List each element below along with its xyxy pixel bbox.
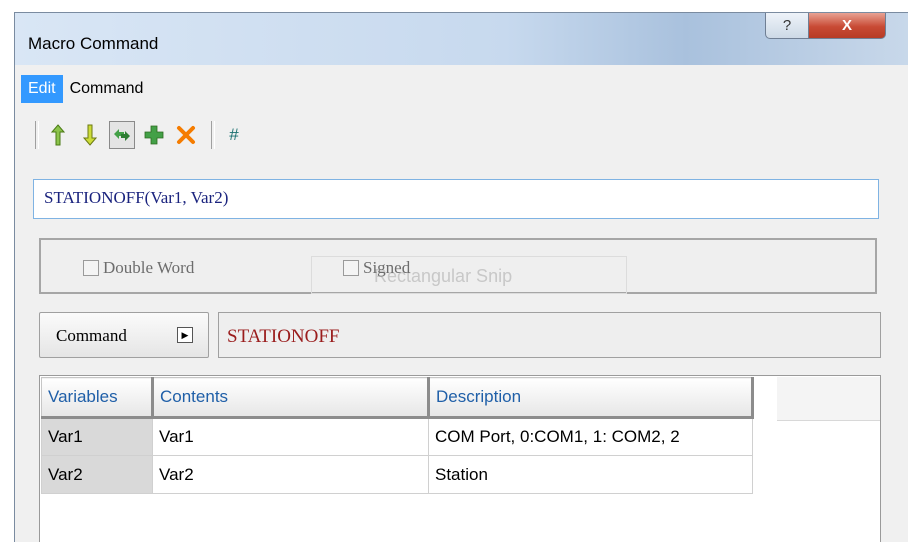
title-bar[interactable]: Macro Command ? X: [15, 13, 908, 65]
add-button[interactable]: [141, 121, 167, 149]
column-header-variables[interactable]: Variables: [41, 377, 154, 419]
move-down-icon: [83, 124, 97, 146]
cell-content[interactable]: Var2: [152, 455, 429, 494]
column-header-contents[interactable]: Contents: [152, 377, 430, 419]
menu-bar: Edit Command: [21, 75, 150, 105]
table-row[interactable]: Var2 Var2 Station: [41, 455, 753, 494]
signed-checkbox[interactable]: Signed: [343, 258, 410, 278]
delete-button[interactable]: [173, 121, 199, 149]
command-display: STATIONOFF: [218, 312, 881, 358]
toolbar-separator-2: [211, 121, 215, 149]
toolbar: #: [29, 118, 253, 152]
close-icon: X: [841, 17, 852, 34]
table-header-row: Variables Contents Description: [41, 377, 754, 419]
variables-grid: Variables Contents Description Var1 Var1…: [41, 377, 754, 494]
help-icon: ?: [782, 17, 792, 34]
replace-button[interactable]: [109, 121, 135, 149]
menu-command[interactable]: Command: [63, 75, 151, 103]
move-up-button[interactable]: [45, 121, 71, 149]
cell-content[interactable]: Var1: [152, 417, 429, 456]
hash-icon: #: [229, 125, 239, 144]
double-word-checkbox[interactable]: Double Word: [83, 258, 194, 278]
command-button-label: Command: [56, 326, 127, 345]
macro-command-window: Macro Command ? X Edit Command # STATION…: [14, 12, 908, 542]
replace-icon: [114, 129, 130, 141]
expression-input[interactable]: STATIONOFF(Var1, Var2): [33, 179, 879, 219]
signed-label: Signed: [363, 258, 411, 277]
add-icon: [144, 125, 164, 145]
double-word-label: Double Word: [103, 258, 195, 277]
menu-edit[interactable]: Edit: [21, 75, 63, 103]
cell-variable[interactable]: Var1: [41, 417, 153, 456]
delete-icon: [177, 126, 195, 144]
toolbar-separator: [35, 121, 39, 149]
column-header-description[interactable]: Description: [428, 377, 754, 419]
close-button[interactable]: X: [808, 13, 886, 39]
cell-description[interactable]: COM Port, 0:COM1, 1: COM2, 2: [428, 417, 753, 456]
double-word-checkbox-box[interactable]: [83, 260, 99, 276]
window-title: Macro Command: [28, 34, 159, 53]
play-arrow-icon[interactable]: ▶: [177, 327, 193, 343]
help-button[interactable]: ?: [765, 13, 809, 39]
hash-button[interactable]: #: [221, 121, 247, 149]
table-row[interactable]: Var1 Var1 COM Port, 0:COM1, 1: COM2, 2: [41, 417, 753, 456]
cell-description[interactable]: Station: [428, 455, 753, 494]
move-up-icon: [51, 124, 65, 146]
options-group: Double Word Rectangular Snip Signed: [39, 238, 877, 294]
move-down-button[interactable]: [77, 121, 103, 149]
variables-table: Variables Contents Description Var1 Var1…: [39, 375, 881, 542]
command-button[interactable]: Command ▶: [39, 312, 209, 358]
cell-variable[interactable]: Var2: [41, 455, 153, 494]
signed-checkbox-box[interactable]: [343, 260, 359, 276]
table-header-filler: [777, 377, 880, 421]
